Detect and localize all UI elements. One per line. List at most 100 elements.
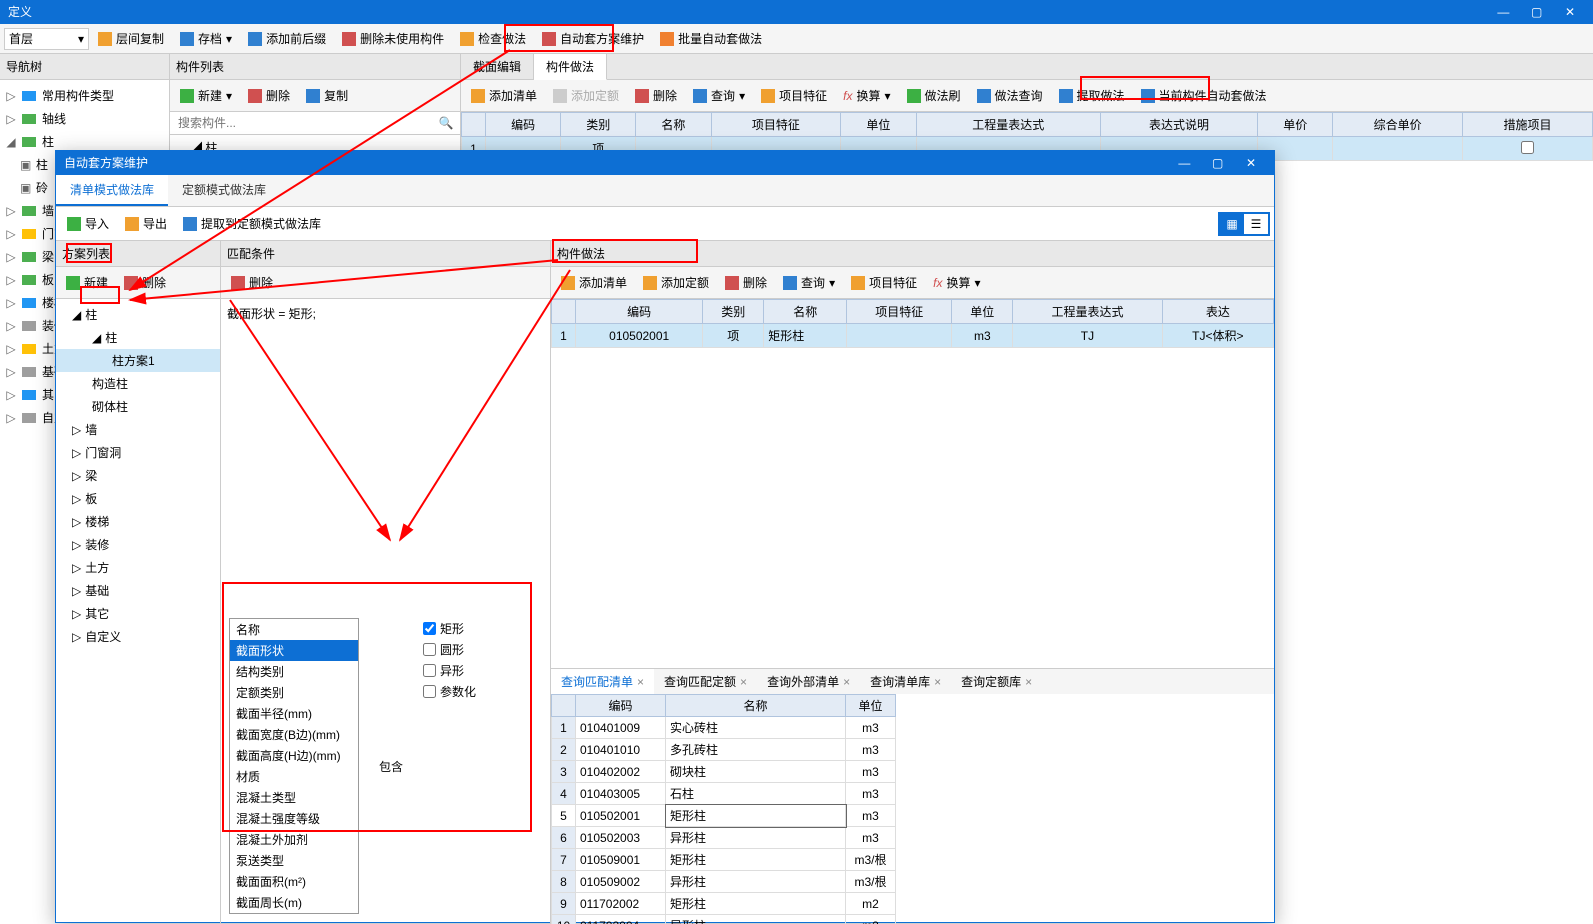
plan-tree-door[interactable]: ▷ 门窗洞 (56, 441, 220, 464)
match-delete-button[interactable]: 删除 (224, 270, 280, 295)
import-button[interactable]: 导入 (60, 211, 116, 236)
query-tab[interactable]: 查询匹配定额 × (654, 669, 757, 694)
property-item[interactable]: 截面形状 (230, 640, 358, 661)
close-icon[interactable]: ✕ (1555, 0, 1585, 24)
plan-tree-other[interactable]: ▷ 其它 (56, 602, 220, 625)
query-tab[interactable]: 查询清单库 × (860, 669, 951, 694)
plan-tree-wall[interactable]: ▷ 墙 (56, 418, 220, 441)
check-button[interactable]: 检查做法 (453, 26, 533, 51)
plan-tree-earth[interactable]: ▷ 土方 (56, 556, 220, 579)
m-query-button[interactable]: 查询▾ (776, 270, 842, 295)
nav-item[interactable]: ▷常用构件类型 (0, 84, 169, 107)
property-item[interactable]: 泵送类型 (230, 850, 358, 871)
copy-button[interactable]: 复制 (299, 83, 355, 108)
property-item[interactable]: 结构类别 (230, 661, 358, 682)
shape-checkbox[interactable] (423, 664, 436, 677)
plan-tree-beam[interactable]: ▷ 梁 (56, 464, 220, 487)
query-row[interactable]: 3010402002砌块柱m3 (552, 761, 896, 783)
property-item[interactable]: 截面周长(m) (230, 892, 358, 913)
query-row[interactable]: 1010401009实心砖柱m3 (552, 717, 896, 739)
list-view-icon[interactable]: ☰ (1244, 214, 1268, 234)
m-delete-button[interactable]: 删除 (718, 270, 774, 295)
plan-tree-base[interactable]: ▷ 基础 (56, 579, 220, 602)
grid-view-icon[interactable]: ▦ (1220, 214, 1244, 234)
floor-select[interactable]: 首层 ▾ (4, 28, 89, 50)
minimize-icon[interactable]: — (1169, 151, 1199, 175)
add-quota-button[interactable]: 添加定额 (546, 83, 626, 108)
close-tab-icon[interactable]: × (740, 675, 747, 689)
m-proj-feat-button[interactable]: 项目特征 (844, 270, 924, 295)
query-row[interactable]: 5010502001矩形柱m3 (552, 805, 896, 827)
view-toggle[interactable]: ▦ ☰ (1218, 212, 1270, 236)
property-item[interactable]: 名称 (230, 619, 358, 640)
plan-tree-root[interactable]: ◢ 柱 (56, 303, 220, 326)
close-icon[interactable]: ✕ (1236, 151, 1266, 175)
proj-feature-button[interactable]: 项目特征 (754, 83, 834, 108)
delete-button[interactable]: 删除 (628, 83, 684, 108)
nav-item[interactable]: ▷轴线 (0, 107, 169, 130)
query-tab[interactable]: 查询定额库 × (951, 669, 1042, 694)
shape-item[interactable]: 参数化 (423, 681, 476, 702)
plan-tree-deco[interactable]: ▷ 装修 (56, 533, 220, 556)
query-row[interactable]: 9011702002矩形柱m2 (552, 893, 896, 915)
extract-to-quota-button[interactable]: 提取到定额模式做法库 (176, 211, 328, 236)
close-tab-icon[interactable]: × (637, 675, 644, 689)
query-button[interactable]: 查询▾ (686, 83, 752, 108)
batch-auto-button[interactable]: 批量自动套做法 (653, 26, 769, 51)
property-item[interactable]: 截面半径(mm) (230, 703, 358, 724)
plan-tree-scheme[interactable]: 柱方案1 (56, 349, 220, 372)
plan-tree-board[interactable]: ▷ 板 (56, 487, 220, 510)
property-item[interactable]: 混凝土外加剂 (230, 829, 358, 850)
method-row[interactable]: 1 010502001 项 矩形柱 m3 TJ TJ<体积> (552, 324, 1274, 348)
method-brush-button[interactable]: 做法刷 (900, 83, 968, 108)
property-item[interactable]: 截面面积(m²) (230, 871, 358, 892)
extract-button[interactable]: 提取做法 (1052, 83, 1132, 108)
query-tab[interactable]: 查询外部清单 × (757, 669, 860, 694)
tab-component-method[interactable]: 构件做法 (534, 54, 607, 80)
property-item[interactable]: 混凝土类型 (230, 787, 358, 808)
query-row[interactable]: 8010509002异形柱m3/根 (552, 871, 896, 893)
property-item[interactable]: 材质 (230, 766, 358, 787)
floor-copy-button[interactable]: 层间复制 (91, 26, 171, 51)
method-query-button[interactable]: 做法查询 (970, 83, 1050, 108)
property-item[interactable]: 定额类别 (230, 682, 358, 703)
tab-list-mode[interactable]: 清单模式做法库 (56, 175, 168, 206)
shape-checkbox[interactable] (423, 643, 436, 656)
new-button[interactable]: 新建▾ (173, 83, 239, 108)
auto-current-button[interactable]: 当前构件自动套做法 (1134, 83, 1274, 108)
delete-button[interactable]: 删除 (241, 83, 297, 108)
maximize-icon[interactable]: ▢ (1522, 0, 1552, 24)
del-unused-button[interactable]: 删除未使用构件 (335, 26, 451, 51)
tab-quota-mode[interactable]: 定额模式做法库 (168, 175, 280, 206)
close-tab-icon[interactable]: × (843, 675, 850, 689)
maximize-icon[interactable]: ▢ (1203, 151, 1233, 175)
plan-tree-custom[interactable]: ▷ 自定义 (56, 625, 220, 648)
measure-checkbox[interactable] (1521, 141, 1534, 154)
shape-checkbox[interactable] (423, 685, 436, 698)
plan-tree-brick[interactable]: 砌体柱 (56, 395, 220, 418)
search-icon[interactable]: 🔍 (432, 112, 460, 134)
plan-tree-cons[interactable]: 构造柱 (56, 372, 220, 395)
auto-maint-button[interactable]: 自动套方案维护 (535, 26, 651, 51)
m-add-quota-button[interactable]: 添加定额 (636, 270, 716, 295)
query-row[interactable]: 6010502003异形柱m3 (552, 827, 896, 849)
shape-item[interactable]: 异形 (423, 660, 476, 681)
tab-section-edit[interactable]: 截面编辑 (461, 54, 534, 79)
add-list-button[interactable]: 添加清单 (464, 83, 544, 108)
plan-tree-child[interactable]: ◢ 柱 (56, 326, 220, 349)
export-button[interactable]: 导出 (118, 211, 174, 236)
close-tab-icon[interactable]: × (1025, 675, 1032, 689)
prefix-button[interactable]: 添加前后缀 (241, 26, 333, 51)
convert-button[interactable]: fx换算▾ (836, 83, 897, 108)
query-row[interactable]: 2010401010多孔砖柱m3 (552, 739, 896, 761)
close-tab-icon[interactable]: × (934, 675, 941, 689)
property-item[interactable]: 截面高度(H边)(mm) (230, 745, 358, 766)
property-item[interactable]: 截面宽度(B边)(mm) (230, 724, 358, 745)
query-row[interactable]: 7010509001矩形柱m3/根 (552, 849, 896, 871)
shape-item[interactable]: 矩形 (423, 618, 476, 639)
plan-tree-stair[interactable]: ▷ 楼梯 (56, 510, 220, 533)
plan-delete-button[interactable]: 删除 (117, 270, 173, 295)
shape-checkbox[interactable] (423, 622, 436, 635)
plan-new-button[interactable]: 新建 (59, 270, 115, 295)
property-item[interactable]: 混凝土强度等级 (230, 808, 358, 829)
